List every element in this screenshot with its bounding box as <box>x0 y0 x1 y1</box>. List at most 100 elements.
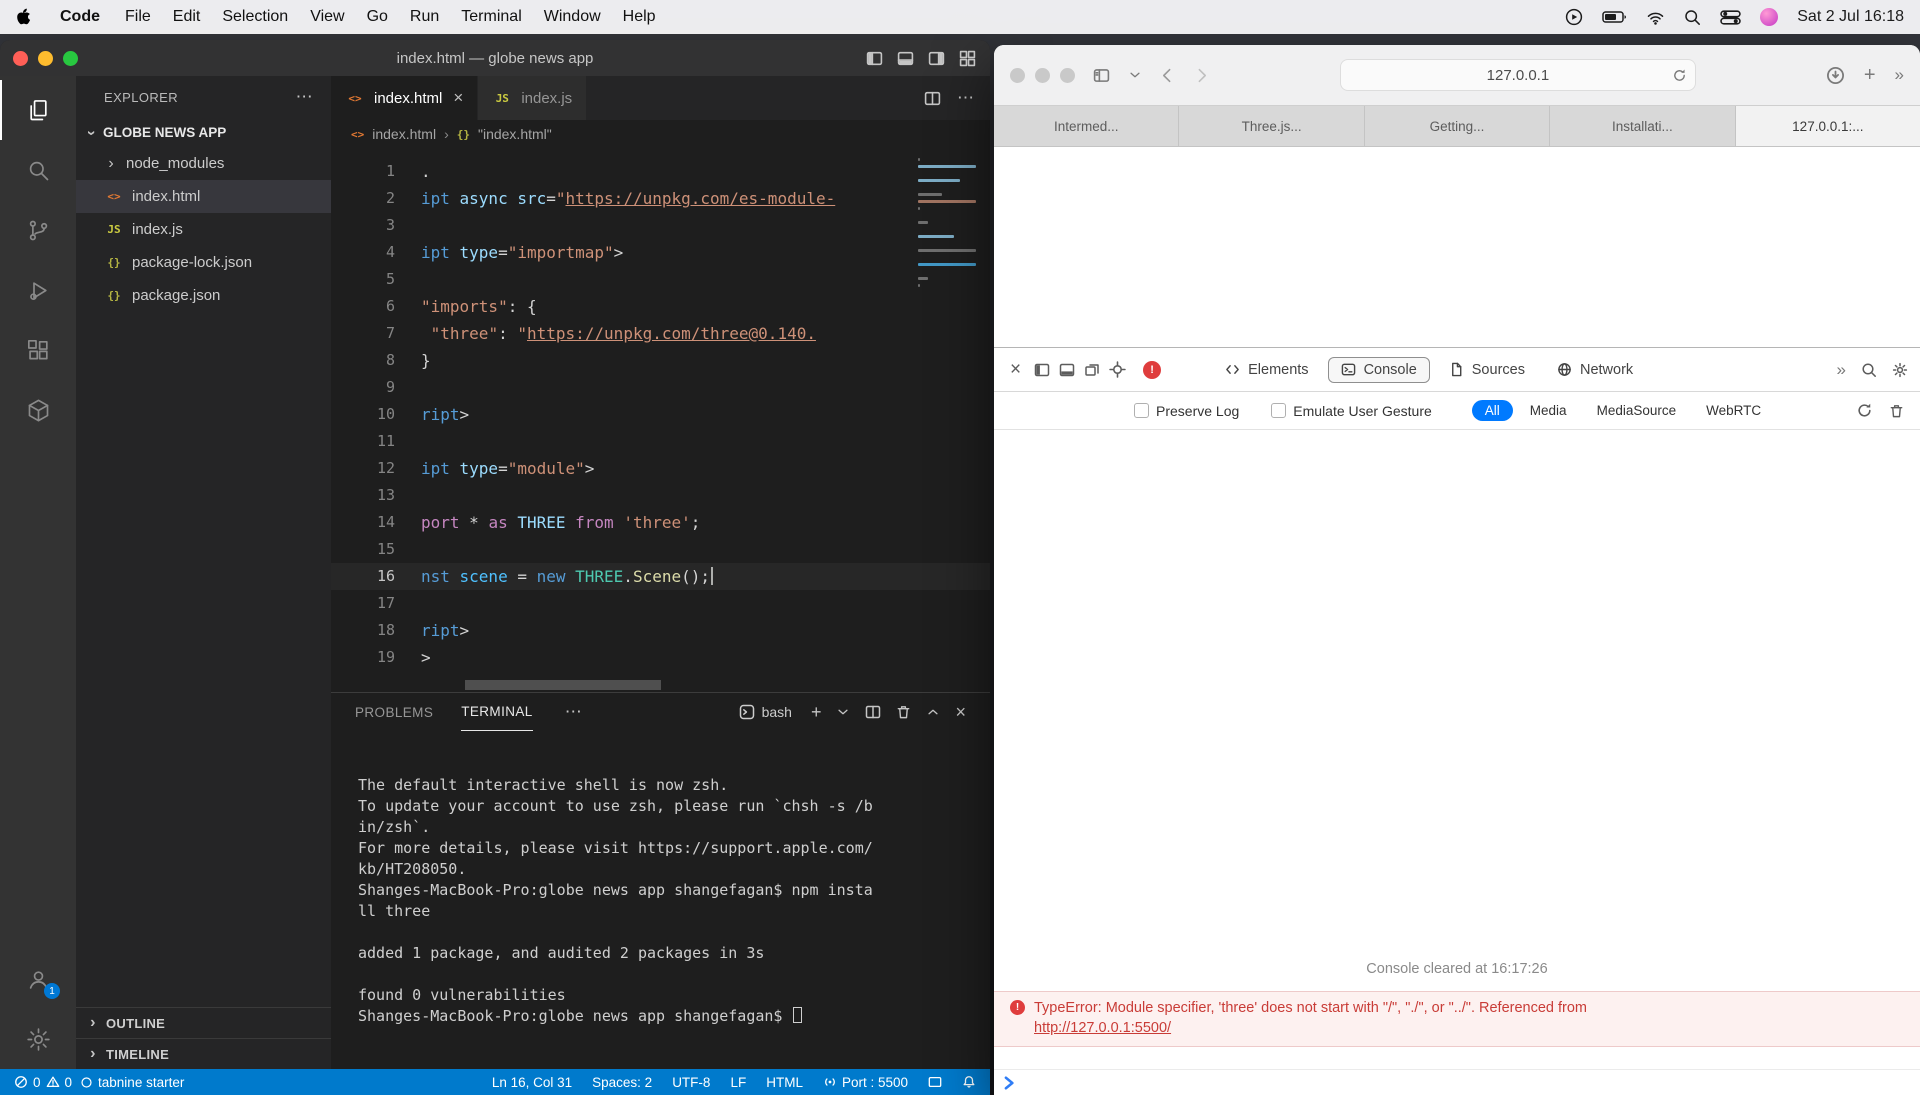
menu-go[interactable]: Go <box>356 8 399 26</box>
inspector-tab-elements[interactable]: Elements <box>1212 357 1321 383</box>
customize-layout-icon[interactable] <box>959 50 976 67</box>
code-line-18[interactable]: 18 ript> <box>331 617 990 644</box>
menu-selection[interactable]: Selection <box>211 8 299 26</box>
back-button-icon[interactable] <box>1159 67 1176 84</box>
split-editor-icon[interactable] <box>924 90 941 107</box>
code-line-14[interactable]: 14 port * as THREE from 'three'; <box>331 509 990 536</box>
safari-toolbar[interactable]: 127.0.0.1 + » <box>994 45 1920 106</box>
close-panel-icon[interactable]: × <box>955 703 966 721</box>
outline-section[interactable]: › OUTLINE <box>76 1007 331 1038</box>
panel-more-actions-icon[interactable]: ⋯ <box>565 702 582 722</box>
menu-terminal[interactable]: Terminal <box>450 8 532 26</box>
code-line-4[interactable]: 4 ipt type="importmap"> <box>331 239 990 266</box>
activity-extensions[interactable] <box>0 320 76 380</box>
activity-search[interactable] <box>0 140 76 200</box>
console-filter-media[interactable]: Media <box>1517 400 1580 421</box>
preserve-log-checkbox[interactable]: Preserve Log <box>1134 403 1239 419</box>
sidebar-chevron-down-icon[interactable] <box>1128 68 1142 82</box>
code-line-3[interactable]: 3 <box>331 212 990 239</box>
code-line-6[interactable]: 6 "imports": { <box>331 293 990 320</box>
shell-selector[interactable]: bash <box>739 704 792 720</box>
timeline-section[interactable]: › TIMELINE <box>76 1038 331 1069</box>
menu-edit[interactable]: Edit <box>162 8 212 26</box>
browser-tab-2[interactable]: Getting... <box>1364 106 1551 146</box>
tabnine-status[interactable]: tabnine starter <box>80 1075 184 1090</box>
browser-tab-4[interactable]: 127.0.0.1:... <box>1735 106 1920 146</box>
eol-sequence[interactable]: LF <box>730 1075 746 1090</box>
tabs-overflow-icon[interactable]: » <box>1837 360 1846 380</box>
sidebar-toggle-icon[interactable] <box>1092 67 1111 84</box>
editor-more-actions-icon[interactable]: ⋯ <box>957 88 974 108</box>
minimize-window-button[interactable] <box>1035 67 1050 83</box>
toggle-secondary-sidebar-icon[interactable] <box>928 50 945 67</box>
code-line-11[interactable]: 11 <box>331 428 990 455</box>
file-item-node_modules[interactable]: › node_modules <box>76 147 331 180</box>
console-filter-all[interactable]: All <box>1471 400 1513 421</box>
accounts-button[interactable]: 1 <box>0 949 76 1009</box>
toggle-panel-icon[interactable] <box>897 50 914 67</box>
live-server-port[interactable]: Port : 5500 <box>823 1075 908 1090</box>
downloads-icon[interactable] <box>1826 66 1845 85</box>
maximize-panel-icon[interactable] <box>926 705 940 719</box>
apple-menu[interactable] <box>16 8 32 26</box>
activity-remote-explorer[interactable] <box>0 380 76 440</box>
horizontal-scrollbar[interactable] <box>465 680 661 690</box>
address-bar[interactable]: 127.0.0.1 <box>1339 59 1696 91</box>
code-line-7[interactable]: 7 "three": "https://unpkg.com/three@0.14… <box>331 320 990 347</box>
browser-tab-0[interactable]: Intermed... <box>994 106 1180 146</box>
code-line-10[interactable]: 10 ript> <box>331 401 990 428</box>
breadcrumb[interactable]: <> index.html › {} "index.html" <box>331 120 990 148</box>
encoding[interactable]: UTF-8 <box>672 1075 710 1090</box>
menu-help[interactable]: Help <box>612 8 667 26</box>
activity-explorer[interactable] <box>0 80 76 140</box>
inspector-settings-gear-icon[interactable] <box>1892 362 1908 378</box>
close-window-button[interactable] <box>1010 67 1025 83</box>
error-count-badge[interactable]: ! <box>1143 360 1162 379</box>
file-item-index.html[interactable]: <> index.html <box>76 180 331 213</box>
code-editor[interactable]: 1. 2 ipt async src="https://unpkg.com/es-m… <box>331 148 990 692</box>
code-line-15[interactable]: 15 <box>331 536 990 563</box>
panel-tab-terminal[interactable]: TERMINAL <box>461 693 533 731</box>
activity-source-control[interactable] <box>0 200 76 260</box>
close-window-button[interactable] <box>13 50 28 66</box>
wifi-icon[interactable] <box>1646 10 1665 25</box>
file-item-index.js[interactable]: JS index.js <box>76 213 331 246</box>
activity-run-debug[interactable] <box>0 260 76 320</box>
close-tab-icon[interactable]: × <box>453 88 463 108</box>
browser-tab-3[interactable]: Installati... <box>1550 106 1736 146</box>
notifications-bell-icon[interactable] <box>962 1075 976 1089</box>
minimap[interactable] <box>918 158 980 291</box>
menu-file[interactable]: File <box>114 8 162 26</box>
code-line-5[interactable]: 5 <box>331 266 990 293</box>
toggle-sidebar-icon[interactable] <box>866 50 883 67</box>
element-picker-icon[interactable] <box>1109 361 1126 378</box>
control-center-icon[interactable] <box>1720 9 1741 25</box>
inspector-search-icon[interactable] <box>1861 362 1877 378</box>
code-line-2[interactable]: 2 ipt async src="https://unpkg.com/es-mod… <box>331 185 990 212</box>
problems-status[interactable]: 0 0 <box>14 1075 72 1090</box>
inspector-tab-console[interactable]: Console <box>1327 356 1430 383</box>
console-filter-webrtc[interactable]: WebRTC <box>1693 400 1774 421</box>
explorer-project-root[interactable]: › GLOBE NEWS APP <box>76 118 331 147</box>
console-output[interactable]: Console cleared at 16:17:26 ! TypeError:… <box>994 430 1920 1095</box>
dock-bottom-icon[interactable] <box>1059 362 1075 378</box>
cursor-position[interactable]: Ln 16, Col 31 <box>492 1075 572 1090</box>
browser-tab-1[interactable]: Three.js... <box>1179 106 1365 146</box>
screencast-icon[interactable] <box>928 1075 942 1089</box>
dock-side-icon[interactable] <box>1034 362 1050 378</box>
split-terminal-icon[interactable] <box>865 704 881 720</box>
zoom-window-button[interactable] <box>1060 67 1075 83</box>
zoom-window-button[interactable] <box>63 50 78 66</box>
menubar-clock[interactable]: Sat 2 Jul 16:18 <box>1797 8 1904 26</box>
reload-icon[interactable] <box>1672 68 1687 83</box>
new-tab-icon[interactable]: + <box>1864 65 1876 85</box>
forward-button-icon[interactable] <box>1193 67 1210 84</box>
editor-tab-index-js[interactable]: JS index.js <box>478 76 588 120</box>
code-line-19[interactable]: 19 > <box>331 644 990 671</box>
manage-button[interactable] <box>0 1009 76 1069</box>
breadcrumb-symbol[interactable]: "index.html" <box>478 126 552 142</box>
now-playing-icon[interactable] <box>1565 8 1583 26</box>
code-line-9[interactable]: 9 <box>331 374 990 401</box>
page-content[interactable] <box>994 147 1920 347</box>
file-item-package-lock.json[interactable]: {} package-lock.json <box>76 246 331 279</box>
